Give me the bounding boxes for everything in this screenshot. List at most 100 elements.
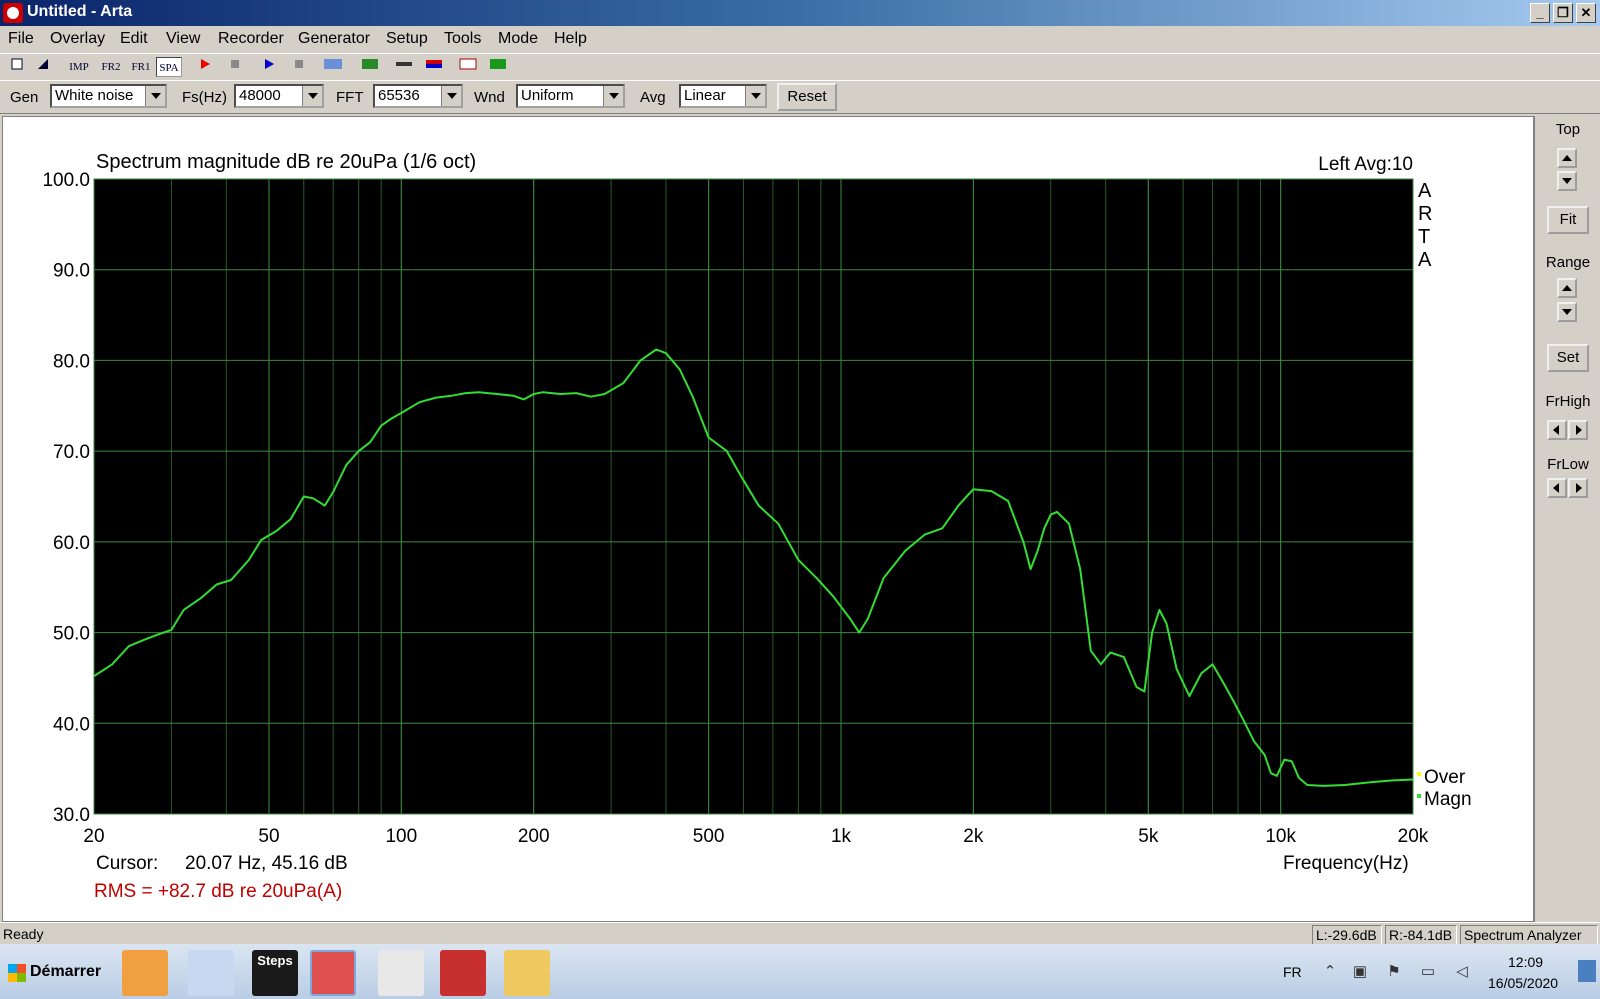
volume-icon[interactable]: ◁ bbox=[1452, 962, 1472, 982]
avg-value: Linear bbox=[684, 87, 726, 104]
reset-button[interactable]: Reset bbox=[777, 83, 837, 111]
status-ready: Ready bbox=[3, 926, 44, 942]
menu-file[interactable]: File bbox=[8, 30, 34, 48]
vz-app-icon[interactable] bbox=[440, 950, 486, 996]
start-button[interactable]: Démarrer bbox=[2, 954, 106, 990]
frhigh-left-button[interactable] bbox=[1547, 420, 1567, 440]
chevron-down-icon bbox=[145, 86, 165, 106]
wnd-select[interactable]: Uniform bbox=[516, 84, 625, 108]
minimize-button[interactable]: _ bbox=[1530, 3, 1550, 23]
menu-setup[interactable]: Setup bbox=[386, 30, 428, 48]
spectrum-scope-icon[interactable] bbox=[488, 57, 508, 77]
open-icon[interactable] bbox=[34, 57, 52, 77]
frhigh-label: FrHigh bbox=[1545, 393, 1591, 410]
flag-icon[interactable]: ⚑ bbox=[1384, 962, 1404, 982]
restore-button[interactable]: ❐ bbox=[1553, 3, 1573, 23]
menu-generator[interactable]: Generator bbox=[298, 30, 370, 48]
arta-watermark-letter: T bbox=[1418, 226, 1430, 248]
set-button[interactable]: Set bbox=[1547, 344, 1589, 372]
x-tick-label: 50 bbox=[258, 826, 279, 847]
stop-play-icon[interactable] bbox=[290, 57, 308, 77]
range-up-button[interactable] bbox=[1557, 278, 1577, 298]
meter-icon[interactable] bbox=[394, 57, 414, 77]
main-toolbar: IMP FR2 FR1 SPA bbox=[0, 53, 1600, 79]
range-down-button[interactable] bbox=[1557, 302, 1577, 322]
avg-select[interactable]: Linear bbox=[679, 84, 767, 108]
clock-date[interactable]: 16/05/2020 bbox=[1488, 975, 1558, 991]
fft-select[interactable]: 65536 bbox=[373, 84, 463, 108]
new-icon[interactable] bbox=[8, 57, 26, 77]
fs-label: Fs(Hz) bbox=[182, 89, 227, 106]
top-up-button[interactable] bbox=[1557, 148, 1577, 168]
top-down-button[interactable] bbox=[1557, 171, 1577, 191]
legend-swatch bbox=[1417, 772, 1421, 776]
oscilloscope-icon[interactable] bbox=[458, 57, 478, 77]
y-tick-label: 30.0 bbox=[53, 805, 90, 826]
analyzer-controls: Gen White noise Fs(Hz) 48000 FFT 65536 W… bbox=[0, 80, 1600, 114]
status-bar: Ready L:-29.6dB R:-84.1dB Spectrum Analy… bbox=[0, 922, 1600, 945]
calculator-icon[interactable] bbox=[188, 950, 234, 996]
level-icon[interactable] bbox=[424, 57, 444, 77]
arta-app-icon[interactable] bbox=[3, 3, 23, 23]
arta-watermark-letter: A bbox=[1418, 180, 1432, 202]
menu-view[interactable]: View bbox=[166, 30, 200, 48]
y-tick-label: 80.0 bbox=[53, 351, 90, 372]
stop-record-icon[interactable] bbox=[226, 57, 244, 77]
play-icon[interactable] bbox=[260, 57, 278, 77]
fit-button[interactable]: Fit bbox=[1547, 206, 1589, 234]
taskbar: Démarrer Steps FR ⌃ ▣ ⚑ ▭ ◁ 12:09 16/05/… bbox=[0, 944, 1600, 999]
chevron-down-icon bbox=[441, 86, 461, 106]
legend-swatch bbox=[1417, 794, 1421, 798]
arta-task-icon[interactable] bbox=[310, 950, 356, 996]
battery-icon[interactable]: ▭ bbox=[1418, 962, 1438, 982]
show-desktop-button[interactable] bbox=[1578, 960, 1596, 982]
y-tick-label: 60.0 bbox=[53, 533, 90, 554]
chevron-down-icon bbox=[745, 86, 765, 106]
legend-label-over: Over bbox=[1424, 767, 1466, 788]
gen-select[interactable]: White noise bbox=[50, 84, 167, 108]
grid-icon[interactable] bbox=[360, 57, 380, 77]
frlow-left-button[interactable] bbox=[1547, 478, 1567, 498]
steps-label: Steps bbox=[257, 953, 293, 968]
close-button[interactable]: ✕ bbox=[1576, 3, 1596, 23]
menu-recorder[interactable]: Recorder bbox=[218, 30, 284, 48]
fs-select[interactable]: 48000 bbox=[234, 84, 324, 108]
window-title: Untitled - Arta bbox=[27, 3, 133, 20]
x-tick-label: 2k bbox=[963, 826, 984, 847]
menu-mode[interactable]: Mode bbox=[498, 30, 538, 48]
y-tick-label: 100.0 bbox=[42, 170, 90, 191]
impulse-mode-button[interactable]: IMP bbox=[66, 57, 92, 77]
network-icon[interactable]: ▣ bbox=[1350, 962, 1370, 982]
x-tick-label: 10k bbox=[1265, 826, 1296, 847]
y-tick-label: 50.0 bbox=[53, 624, 90, 645]
frlow-right-button[interactable] bbox=[1568, 478, 1588, 498]
title-bar: Untitled - Arta _ ❐ ✕ bbox=[0, 0, 1600, 26]
menu-overlay[interactable]: Overlay bbox=[50, 30, 105, 48]
record-icon[interactable] bbox=[196, 57, 214, 77]
steps-app-icon[interactable]: Steps bbox=[252, 950, 298, 996]
abc-icon[interactable] bbox=[322, 57, 344, 77]
spectrum-chart[interactable]: 20 50 100 200 500 1k 2k 5k 10k 20k 30.0 40.0 50.0 60.… bbox=[3, 117, 1533, 921]
frlow-label: FrLow bbox=[1547, 456, 1589, 473]
frhigh-right-button[interactable] bbox=[1568, 420, 1588, 440]
limp-icon[interactable] bbox=[378, 950, 424, 996]
y-tick-label: 40.0 bbox=[53, 714, 90, 735]
right-level-readout: R:-84.1dB bbox=[1385, 925, 1457, 945]
chevron-up-icon[interactable]: ⌃ bbox=[1320, 962, 1340, 982]
spa-mode-button[interactable]: SPA bbox=[156, 57, 182, 77]
clock-time[interactable]: 12:09 bbox=[1508, 954, 1543, 970]
menu-tools[interactable]: Tools bbox=[444, 30, 481, 48]
menu-edit[interactable]: Edit bbox=[120, 30, 148, 48]
left-level-readout: L:-29.6dB bbox=[1312, 925, 1382, 945]
menu-help[interactable]: Help bbox=[554, 30, 587, 48]
fft-value: 65536 bbox=[378, 87, 420, 104]
wnd-value: Uniform bbox=[521, 87, 574, 104]
language-indicator[interactable]: FR bbox=[1283, 964, 1302, 980]
x-tick-label: 500 bbox=[693, 826, 725, 847]
file-explorer-icon[interactable] bbox=[504, 950, 550, 996]
media-player-icon[interactable] bbox=[122, 950, 168, 996]
fr2-mode-button[interactable]: FR2 bbox=[98, 57, 124, 77]
x-tick-label: 200 bbox=[518, 826, 550, 847]
fr1-mode-button[interactable]: FR1 bbox=[128, 57, 154, 77]
x-tick-label: 1k bbox=[831, 826, 852, 847]
